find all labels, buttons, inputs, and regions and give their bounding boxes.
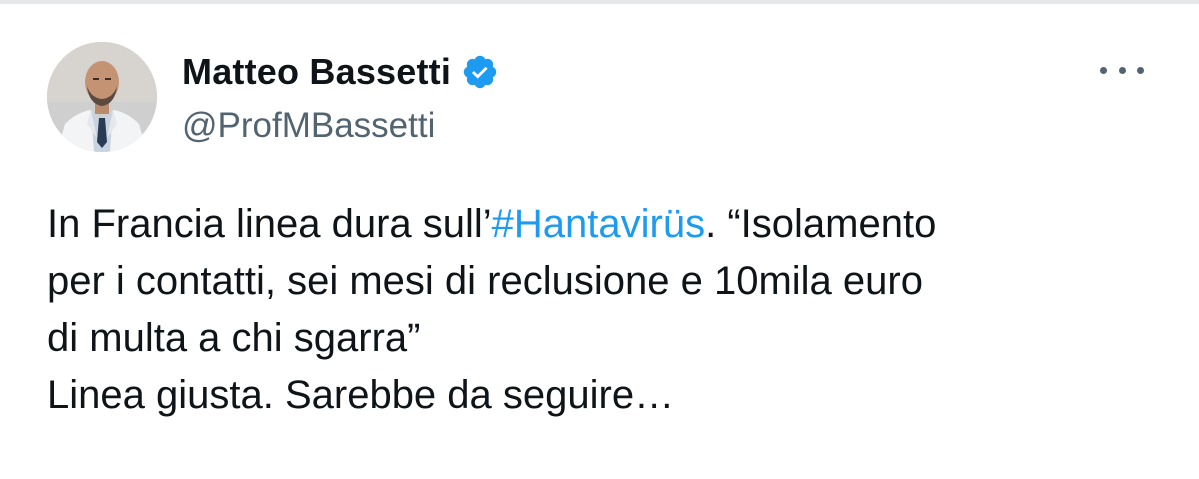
dot xyxy=(1118,66,1126,74)
tweet-line-1-end: . “Isolamento xyxy=(705,202,937,246)
tweet-line-4: Linea giusta. Sarebbe da seguire… xyxy=(47,373,675,417)
more-options-icon[interactable] xyxy=(1100,58,1144,82)
author-row: Matteo Bassetti xyxy=(182,50,499,94)
tweet-line-2: per i contatti, sei mesi di reclusione e… xyxy=(47,259,923,303)
profile-photo-icon xyxy=(47,42,157,152)
top-divider xyxy=(0,0,1199,4)
verified-badge-icon xyxy=(463,55,497,89)
dot xyxy=(1100,66,1107,74)
tweet-line-1-start: In Francia linea dura sull’ xyxy=(47,202,492,246)
tweet-line-3: di multa a chi sgarra” xyxy=(47,316,421,360)
tweet-text: In Francia linea dura sull’#Hantavirüs. … xyxy=(47,196,1167,424)
hashtag-link[interactable]: #Hantavirüs xyxy=(492,202,705,246)
dot xyxy=(1137,66,1144,74)
tweet-line-1: In Francia linea dura sull’#Hantavirüs. … xyxy=(47,196,1167,253)
avatar[interactable] xyxy=(47,42,157,152)
author-handle[interactable]: @ProfMBassetti xyxy=(182,106,435,146)
author-display-name[interactable]: Matteo Bassetti xyxy=(182,51,451,93)
